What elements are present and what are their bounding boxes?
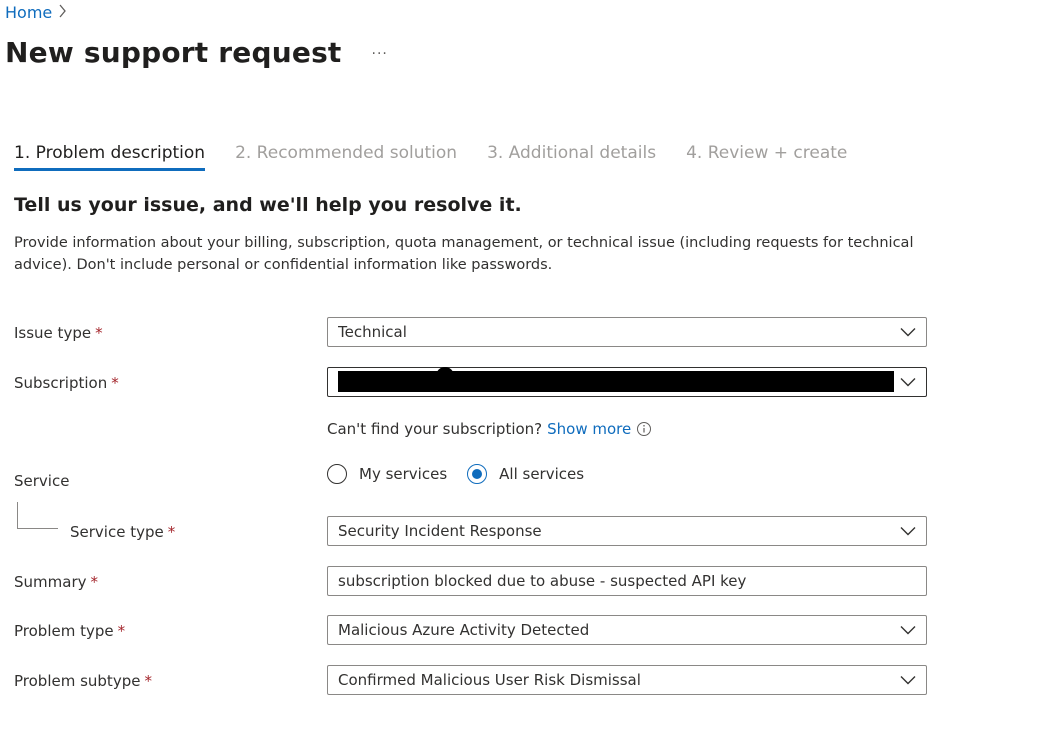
service-type-label: Service type *	[70, 523, 175, 541]
issue-type-dropdown[interactable]: Technical	[327, 317, 927, 347]
required-marker: *	[117, 622, 126, 640]
problem-subtype-label-text: Problem subtype	[14, 672, 141, 690]
problem-subtype-dropdown[interactable]: Confirmed Malicious User Risk Dismissal	[327, 665, 927, 695]
tab-review-create[interactable]: 4. Review + create	[686, 143, 847, 170]
section-description: Provide information about your billing, …	[14, 235, 914, 273]
required-marker: *	[90, 573, 99, 591]
radio-circle	[327, 464, 347, 484]
radio-all-services[interactable]: All services	[467, 464, 584, 484]
required-marker: *	[167, 523, 176, 541]
issue-type-label-text: Issue type	[14, 324, 92, 342]
chevron-down-icon	[890, 318, 926, 346]
summary-label-text: Summary	[14, 573, 87, 591]
tab-recommended-solution[interactable]: 2. Recommended solution	[235, 143, 457, 170]
radio-circle	[467, 464, 488, 484]
issue-type-label: Issue type *	[14, 324, 103, 342]
tree-connector	[17, 502, 58, 529]
more-options-button[interactable]: ···	[372, 46, 388, 62]
problem-type-label: Problem type *	[14, 622, 125, 640]
issue-type-value: Technical	[338, 323, 407, 341]
required-marker: *	[95, 324, 103, 342]
chevron-down-icon	[890, 368, 926, 396]
problem-type-label-text: Problem type	[14, 622, 114, 640]
chevron-down-icon	[890, 616, 926, 644]
required-marker: *	[111, 374, 119, 392]
service-radio-group: My services All services	[327, 464, 604, 484]
service-type-value: Security Incident Response	[338, 522, 542, 540]
info-icon[interactable]	[636, 421, 652, 437]
subscription-dropdown[interactable]	[327, 367, 927, 397]
redacted-subscription	[338, 367, 894, 392]
show-more-link[interactable]: Show more	[547, 420, 631, 438]
required-marker: *	[144, 672, 152, 690]
subscription-hint: Can't find your subscription? Show more	[327, 420, 652, 438]
breadcrumb: Home	[5, 3, 67, 22]
radio-all-services-label: All services	[499, 465, 585, 483]
service-type-dropdown[interactable]: Security Incident Response	[327, 516, 927, 546]
tab-problem-description[interactable]: 1. Problem description	[14, 143, 206, 171]
service-type-label-text: Service type	[70, 523, 164, 541]
service-label: Service	[14, 472, 70, 490]
support-request-page: Home New support request ··· 1. Problem …	[0, 0, 1046, 736]
chevron-down-icon	[890, 666, 926, 694]
chevron-down-icon	[890, 517, 926, 545]
page-title: New support request	[5, 36, 342, 69]
radio-my-services[interactable]: My services	[327, 464, 447, 484]
summary-value: subscription blocked due to abuse - susp…	[338, 572, 747, 590]
radio-my-services-label: My services	[359, 465, 448, 483]
problem-subtype-value: Confirmed Malicious User Risk Dismissal	[338, 671, 641, 689]
breadcrumb-home-link[interactable]: Home	[5, 3, 52, 22]
wizard-tabs: 1. Problem description 2. Recommended so…	[14, 143, 877, 171]
subscription-hint-text: Can't find your subscription?	[327, 420, 543, 438]
subscription-label: Subscription *	[14, 374, 119, 392]
chevron-right-icon	[58, 4, 67, 22]
subscription-label-text: Subscription	[14, 374, 108, 392]
problem-type-value: Malicious Azure Activity Detected	[338, 621, 590, 639]
summary-input[interactable]: subscription blocked due to abuse - susp…	[327, 566, 927, 596]
title-row: New support request ···	[5, 36, 388, 69]
summary-label: Summary *	[14, 573, 98, 591]
section-heading: Tell us your issue, and we'll help you r…	[14, 194, 522, 216]
problem-type-dropdown[interactable]: Malicious Azure Activity Detected	[327, 615, 927, 645]
tab-additional-details[interactable]: 3. Additional details	[487, 143, 656, 170]
problem-subtype-label: Problem subtype *	[14, 672, 152, 690]
